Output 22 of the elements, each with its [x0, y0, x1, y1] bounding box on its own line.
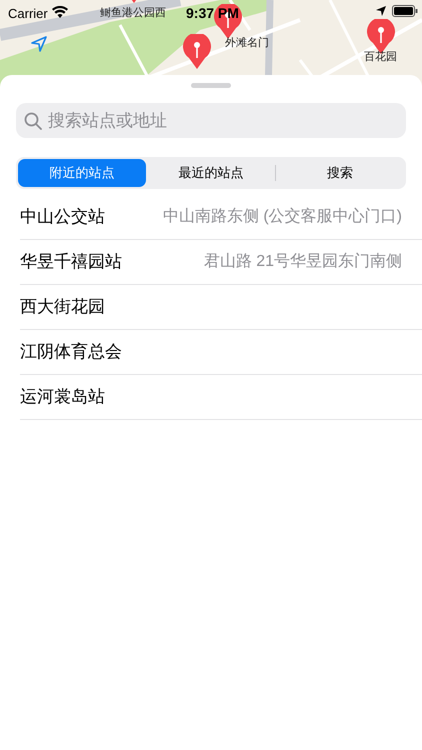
segment-tab[interactable]: 搜索 — [276, 159, 404, 187]
pin-label: 百花园 — [364, 52, 397, 63]
station-name: 运河裳岛站 — [20, 386, 105, 408]
station-name: 中山公交站 — [20, 206, 105, 228]
station-name: 江阴体育总会 — [20, 341, 122, 364]
battery-icon — [392, 5, 418, 17]
station-address: 君山路 21号华昱园东门南侧 — [204, 252, 402, 272]
wifi-icon — [52, 6, 68, 18]
location-icon — [376, 6, 386, 16]
carrier-name: Carrier — [8, 5, 48, 23]
pin-label: 外滩名门 — [225, 38, 269, 49]
search-icon — [24, 112, 42, 130]
station-address: 中山南路东侧 (公交客服中心门口) — [162, 206, 402, 227]
pin-label: 鲥鱼港公园西 — [100, 8, 166, 19]
search-field[interactable]: 搜索站点或地址 — [16, 103, 406, 138]
station-name: 西大街花园 — [20, 296, 105, 318]
station-name: 华昱千禧园站 — [20, 251, 122, 274]
drag-handle[interactable] — [191, 83, 231, 88]
segment-tab[interactable]: 附近的站点 — [18, 159, 146, 187]
segment-tab[interactable]: 最近的站点 — [147, 159, 275, 187]
location-arrow-icon[interactable] — [30, 35, 48, 53]
clock-time: 9:37 PM — [186, 4, 239, 23]
